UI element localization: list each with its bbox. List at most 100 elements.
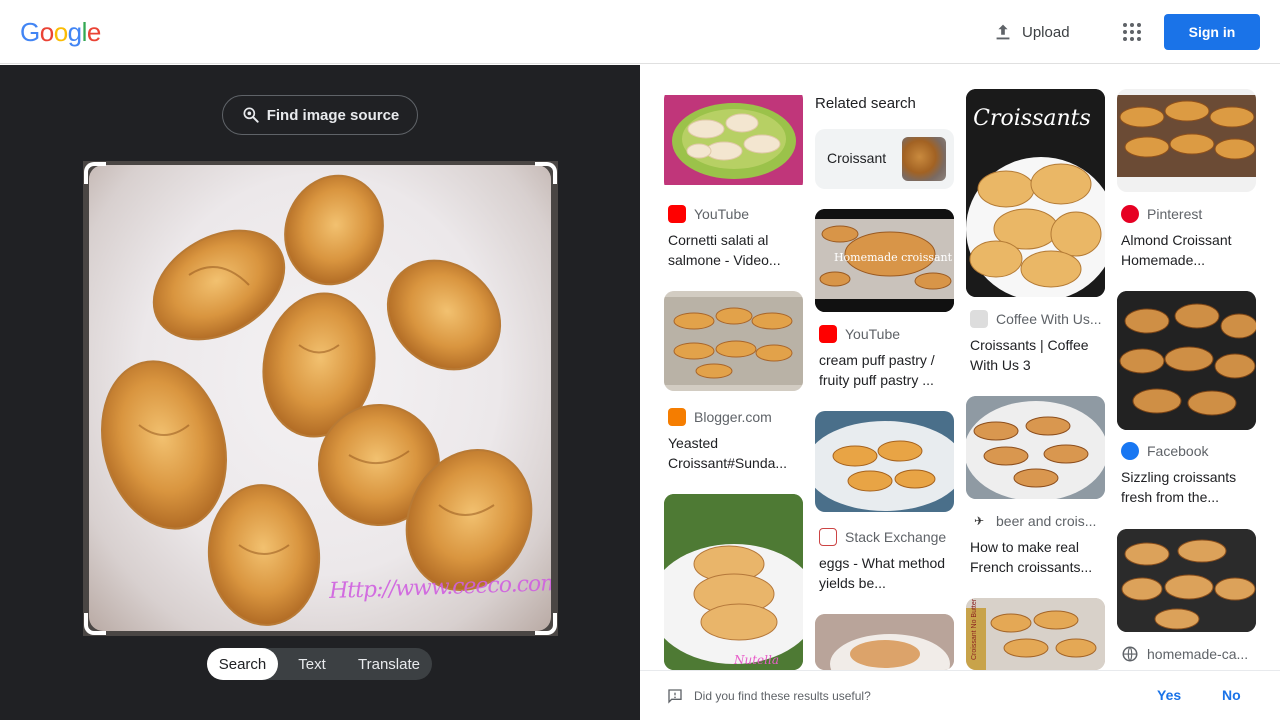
logo-letter: o [53,17,68,47]
apps-grid-icon[interactable] [1120,20,1144,44]
result-source[interactable]: ✈ beer and crois... [970,512,1096,530]
result-image [1117,529,1256,632]
feedback-bar: Did you find these results useful? Yes N… [640,670,1280,720]
feedback-icon [668,689,682,704]
related-search-chip-label: Croissant [827,150,887,166]
stack-exchange-icon [819,528,837,546]
upload-button[interactable]: Upload [992,20,1070,44]
result-source-label: beer and crois... [996,513,1097,529]
result-image [966,396,1105,499]
mode-text[interactable]: Text [278,648,346,680]
thumbnail-overlay-text: Croissants [973,106,1091,131]
sign-in-button[interactable]: Sign in [1164,14,1260,50]
result-thumbnail[interactable] [815,411,954,512]
result-source[interactable]: Blogger.com [668,408,772,426]
crop-handle-bottom-left[interactable] [84,613,106,635]
result-image: Croissants [966,89,1105,297]
result-image: Nutella [664,494,803,670]
result-source[interactable]: YouTube [819,325,900,343]
result-caption[interactable]: Sizzling croissants fresh from the... [1121,467,1255,507]
result-image [1117,291,1256,430]
pinterest-icon [1121,205,1139,223]
result-source-label: YouTube [845,326,901,342]
nutella-watermark: Nutella [733,653,779,667]
result-source-label: YouTube [694,206,750,222]
result-image [815,614,954,670]
result-source[interactable]: Coffee With Us... [970,310,1102,328]
result-source[interactable]: homemade-ca... [1121,645,1248,663]
upload-icon [996,24,1010,40]
result-caption[interactable]: Croissants | Coffee With Us 3 [970,335,1104,375]
related-search-chip[interactable]: Croissant [815,129,954,189]
blogger-icon [668,408,686,426]
logo-letter: o [39,17,54,47]
mode-search[interactable]: Search [207,648,278,680]
result-image: Croissant No Butter [966,598,1105,670]
youtube-icon [819,325,837,343]
google-logo[interactable]: Google [20,17,101,48]
result-image [1117,89,1256,192]
logo-letter: G [20,17,40,47]
youtube-icon [668,205,686,223]
result-image [664,89,803,192]
result-thumbnail[interactable]: Croissants [966,89,1105,297]
feedback-yes-button[interactable]: Yes [1157,687,1181,703]
result-caption[interactable]: Almond Croissant Homemade... [1121,230,1255,270]
find-image-source-button[interactable]: Find image source [222,95,418,135]
top-header: Google Upload Sign in [0,0,1280,64]
result-thumbnail[interactable] [966,396,1105,499]
crop-handle-bottom-right[interactable] [535,613,557,635]
result-source-label: Pinterest [1147,206,1203,222]
result-thumbnail[interactable] [664,89,803,192]
result-image [815,411,954,512]
logo-letter: g [67,17,82,47]
result-thumbnail[interactable] [664,291,803,391]
result-thumbnail[interactable]: Croissant No Butter [966,598,1105,670]
result-caption[interactable]: Cornetti salati al salmone - Video... [668,230,802,270]
coffee-site-icon [970,310,988,328]
result-caption[interactable]: Yeasted Croissant#Sunda... [668,433,802,473]
feedback-no-button[interactable]: No [1222,687,1241,703]
result-source[interactable]: Facebook [1121,442,1208,460]
result-thumbnail[interactable] [1117,89,1256,192]
result-image: Homemade croissant [815,209,954,312]
result-source-label: Blogger.com [694,409,772,425]
result-thumbnail[interactable]: Nutella [664,494,803,670]
related-search-title: Related search [815,95,916,112]
mode-translate[interactable]: Translate [346,648,432,680]
image-preview-panel: Find image source Http://www.ceeco.com/h… [0,65,640,720]
thumbnail-overlay-text: Homemade croissant [834,251,953,264]
result-thumbnail[interactable] [1117,291,1256,430]
result-source[interactable]: YouTube [668,205,749,223]
result-caption[interactable]: cream puff pastry / fruity puff pastry .… [819,350,953,390]
crop-area[interactable]: Http://www.ceeco.com/hleandudy [83,161,558,636]
result-image [664,291,803,391]
app-root: Google Upload Sign in Find image source [0,0,1280,720]
feedback-question: Did you find these results useful? [694,689,871,703]
crop-handle-top-right[interactable] [535,162,557,184]
result-source[interactable]: Pinterest [1121,205,1202,223]
upload-label: Upload [1022,23,1070,41]
result-source-label: homemade-ca... [1147,646,1249,662]
find-image-source-label: Find image source [266,106,400,124]
croissant-plate-image [101,174,533,626]
result-thumbnail[interactable] [815,614,954,670]
result-caption[interactable]: eggs - What method yields be... [819,553,953,593]
globe-icon [1122,646,1138,662]
beer-site-icon: ✈ [970,512,988,530]
related-search-thumbnail [902,137,946,181]
result-source-label: Coffee With Us... [996,311,1102,327]
logo-letter: e [86,17,101,47]
result-source-label: Facebook [1147,443,1209,459]
side-text: Croissant No Butter [971,598,978,660]
facebook-icon [1121,442,1139,460]
result-caption[interactable]: How to make real French croissants... [970,537,1104,577]
mode-switcher: Search Text Translate [207,648,432,680]
result-thumbnail[interactable] [1117,529,1256,632]
results-panel: YouTube Cornetti salati al salmone - Vid… [640,65,1280,670]
crop-handle-top-left[interactable] [84,162,106,184]
result-source-label: Stack Exchange [845,529,947,545]
result-thumbnail[interactable]: Homemade croissant [815,209,954,312]
lens-search-icon [243,107,259,123]
result-source[interactable]: Stack Exchange [819,528,946,546]
